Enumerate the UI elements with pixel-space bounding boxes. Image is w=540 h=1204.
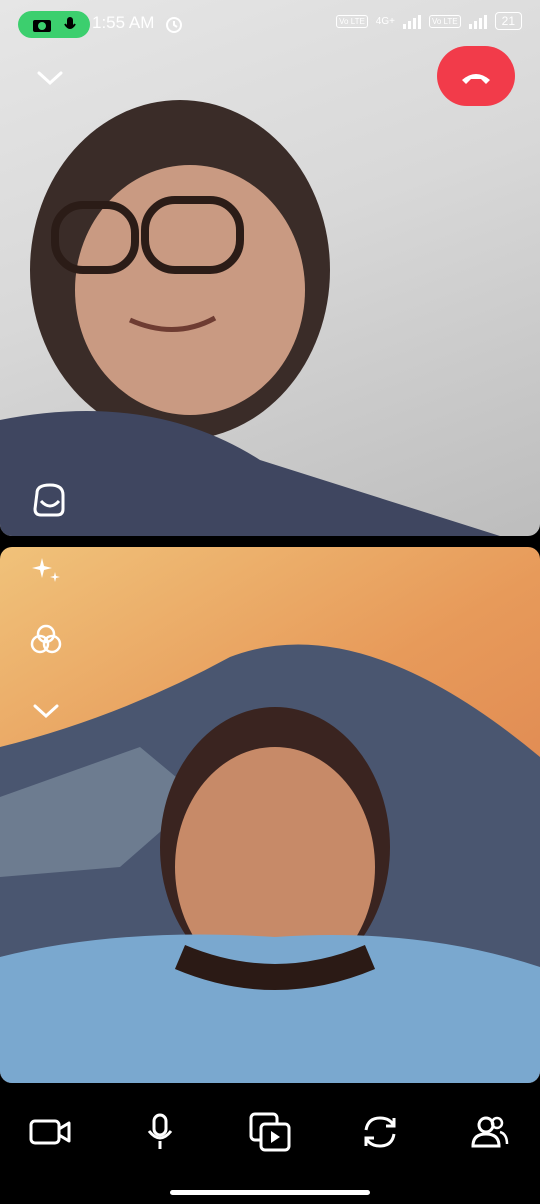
recording-indicator [18,11,90,38]
participants-icon [471,1116,509,1148]
sparkles-icon[interactable] [26,552,66,592]
volte-badge: Vo LTE [336,14,368,28]
camera-toggle-button[interactable] [20,1107,80,1157]
filters-icon[interactable] [26,620,66,660]
status-bar: 1:55 AM Vo LTE 4G+ Vo LTE 21 [0,0,540,48]
microphone-toggle-button[interactable] [130,1107,190,1157]
local-video-tile[interactable] [0,547,540,1083]
participants-button[interactable] [460,1107,520,1157]
volte-badge-2: Vo LTE [428,14,461,28]
share-media-button[interactable] [240,1107,300,1157]
sticker-icon[interactable] [28,478,72,522]
flip-camera-icon [364,1116,396,1148]
signal-icon [402,13,421,29]
microphone-icon [147,1113,173,1149]
phone-hangup-icon [462,74,490,84]
clock: 1:55 AM [92,13,155,32]
battery-indicator: 21 [494,12,522,30]
network-type: 4G+ [375,15,395,27]
signal-icon-2 [468,13,487,29]
call-toolbar [0,1083,540,1204]
camera-icon [32,19,51,32]
share-screen-icon [249,1112,291,1152]
flip-camera-button[interactable] [350,1107,410,1157]
chevron-down-icon[interactable] [26,693,66,729]
chevron-down-icon[interactable] [30,60,70,96]
local-participant-video [0,644,540,1083]
end-call-button[interactable] [437,46,515,106]
camera-icon [29,1119,71,1145]
home-indicator[interactable] [170,1190,370,1195]
microphone-icon [63,16,76,29]
alarm-icon [166,17,182,33]
